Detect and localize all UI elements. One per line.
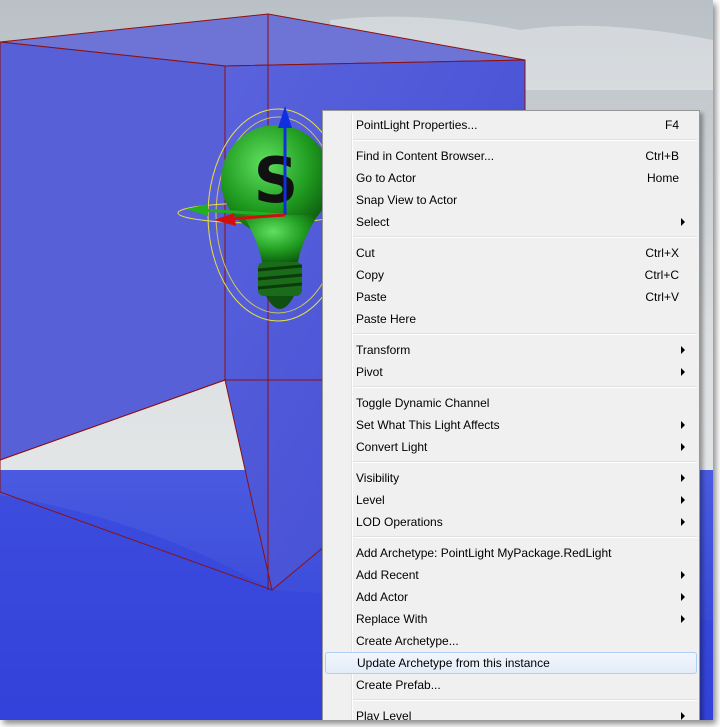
menu-item-label: Add Actor [356,590,409,604]
menu-item-add-archetype-pointlight-mypackage-redlight[interactable]: Add Archetype: PointLight MyPackage.RedL… [323,542,699,564]
menu-separator [353,333,697,335]
menu-item-shortcut: Ctrl+X [645,246,679,260]
menu-item-set-what-this-light-affects[interactable]: Set What This Light Affects [323,414,699,436]
menu-item-shortcut: Ctrl+V [645,290,679,304]
menu-item-play-level[interactable]: Play Level [323,705,699,720]
light-glyph: S [254,144,299,217]
submenu-arrow-icon [681,496,685,504]
menu-separator [353,699,697,701]
menu-item-label: Pivot [356,365,383,379]
menu-item-label: Find in Content Browser... [356,149,495,163]
menu-item-label: Go to Actor [356,171,417,185]
menu-item-add-actor[interactable]: Add Actor [323,586,699,608]
menu-item-toggle-dynamic-channel[interactable]: Toggle Dynamic Channel [323,392,699,414]
menu-item-label: Paste [356,290,387,304]
menu-item-label: Toggle Dynamic Channel [356,396,490,410]
submenu-arrow-icon [681,593,685,601]
menu-item-label: Select [356,215,390,229]
menu-item-shortcut: Home [646,171,679,185]
context-menu: PointLight Properties... F4 Find in Conten… [322,110,700,720]
menu-item-find-in-content-browser[interactable]: Find in Content Browser... Ctrl+B [323,145,699,167]
menu-separator [353,536,697,538]
menu-item-label: Copy [356,268,385,282]
menu-item-transform[interactable]: Transform [323,339,699,361]
menu-item-paste-here[interactable]: Paste Here [323,308,699,330]
menu-item-convert-light[interactable]: Convert Light [323,436,699,458]
submenu-arrow-icon [681,368,685,376]
menu-item-pivot[interactable]: Pivot [323,361,699,383]
submenu-arrow-icon [681,421,685,429]
menu-item-label: Cut [356,246,375,260]
menu-item-label: Visibility [356,471,400,485]
menu-item-snap-view-to-actor[interactable]: Snap View to Actor [323,189,699,211]
menu-separator [353,236,697,238]
menu-item-cut[interactable]: Cut Ctrl+X [323,242,699,264]
menu-item-create-archetype[interactable]: Create Archetype... [323,630,699,652]
menu-item-label: Add Archetype: PointLight MyPackage.RedL… [356,546,612,560]
menu-item-pointlight-properties[interactable]: PointLight Properties... F4 [323,114,699,136]
menu-item-label: Replace With [356,612,428,626]
menu-item-label: Create Archetype... [356,634,459,648]
submenu-arrow-icon [681,615,685,623]
menu-item-create-prefab[interactable]: Create Prefab... [323,674,699,696]
submenu-arrow-icon [681,518,685,526]
menu-item-go-to-actor[interactable]: Go to Actor Home [323,167,699,189]
menu-separator [353,461,697,463]
menu-item-label: Add Recent [356,568,419,582]
menu-item-label: Convert Light [356,440,428,454]
menu-item-label: Play Level [356,709,412,720]
menu-item-select[interactable]: Select [323,211,699,233]
menu-item-shortcut: Ctrl+B [645,149,679,163]
menu-item-label: Snap View to Actor [356,193,458,207]
menu-item-label: Update Archetype from this instance [357,656,550,670]
menu-item-visibility[interactable]: Visibility [323,467,699,489]
menu-item-label: Create Prefab... [356,678,441,692]
menu-item-label: LOD Operations [356,515,443,529]
menu-item-add-recent[interactable]: Add Recent [323,564,699,586]
submenu-arrow-icon [681,712,685,720]
menu-item-lod-operations[interactable]: LOD Operations [323,511,699,533]
menu-item-label: PointLight Properties... [356,118,478,132]
menu-item-paste[interactable]: Paste Ctrl+V [323,286,699,308]
submenu-arrow-icon [681,571,685,579]
submenu-arrow-icon [681,218,685,226]
menu-item-replace-with[interactable]: Replace With [323,608,699,630]
menu-item-label: Paste Here [356,312,417,326]
menu-item-copy[interactable]: Copy Ctrl+C [323,264,699,286]
menu-item-label: Transform [356,343,411,357]
menu-item-level[interactable]: Level [323,489,699,511]
submenu-arrow-icon [681,474,685,482]
menu-item-label: Set What This Light Affects [356,418,500,432]
editor-window: S PointLight Properties... F4 Find in Cont… [0,0,713,720]
menu-item-label: Level [356,493,385,507]
submenu-arrow-icon [681,443,685,451]
menu-separator [353,139,697,141]
menu-item-shortcut: Ctrl+C [644,268,679,282]
menu-separator [353,386,697,388]
menu-item-shortcut: F4 [664,118,679,132]
submenu-arrow-icon [681,346,685,354]
menu-item-update-archetype-from-this-instance[interactable]: Update Archetype from this instance [325,652,697,674]
